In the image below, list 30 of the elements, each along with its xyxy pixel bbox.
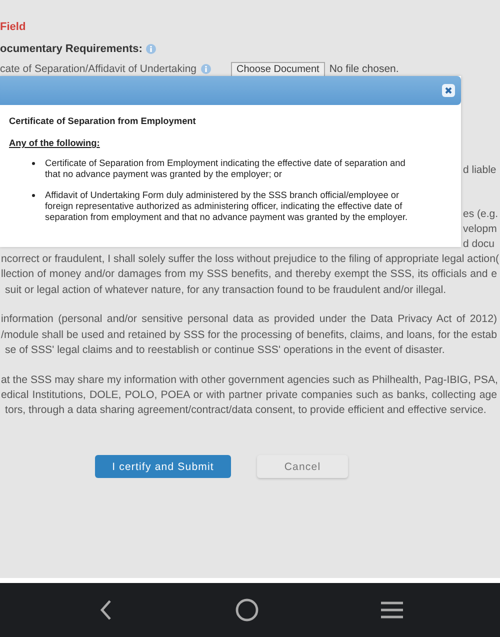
menu-icon[interactable] bbox=[380, 600, 404, 620]
bullet-icon bbox=[32, 194, 35, 197]
close-icon[interactable] bbox=[442, 84, 455, 97]
required-field-note: Field bbox=[0, 21, 27, 35]
text-line: velopm bbox=[463, 222, 498, 237]
text-line: edical Institutions, DOLE, POLO, POEA or with partner private companies such as banks, collecting age bbox=[1, 388, 497, 404]
modal-subtitle: Any of the following: bbox=[9, 138, 100, 148]
upload-label: cate of Separation/Affidavit of Undertaking bbox=[0, 63, 197, 75]
requirement-text: Certificate of Separation from Employment indicating the effective date of separation and that no advance payment was granted by the employer; or bbox=[45, 158, 406, 181]
text-line: tors, through a data sharing agreement/contract/data consent, to provide efficient and effective service. bbox=[4, 403, 488, 418]
cancel-button[interactable]: Cancel bbox=[257, 455, 348, 478]
modal-title: Certificate of Separation from Employment bbox=[9, 116, 197, 128]
submit-button[interactable]: I certify and Submit bbox=[95, 455, 231, 478]
text-line: se of SSS' legal claims and to reestablish or continue SSS' operations in the event of disaster. bbox=[4, 342, 446, 358]
back-icon[interactable] bbox=[98, 599, 114, 621]
bullet-icon bbox=[32, 162, 35, 165]
text-line: /module shall be used and retained by SSS for the processing of benefits, claims, and loans, for the estab bbox=[1, 328, 497, 343]
text-line: information (personal and/or sensitive personal data as provided under the Data Privacy Act of 2012) bbox=[1, 312, 497, 328]
text-line: at the SSS may share my information with other government agencies such as Philhealth, Pag-IBIG, PSA, bbox=[1, 372, 497, 388]
text-line: d liable bbox=[463, 163, 498, 178]
requirements-label: ocumentary Requirements: bbox=[0, 43, 142, 55]
text-line: ncorrect or fraudulent, I shall solely suffer the loss without prejudice to the filing of appropriate legal action( bbox=[1, 252, 497, 267]
requirement-text: Affidavit of Undertaking Form duly administered by the SSS branch official/employee or foreign representative authorized as administering officer, indicating the effective date of separation from employment and that no advance payment was granted by the employer. bbox=[45, 190, 409, 224]
home-icon[interactable] bbox=[235, 598, 259, 622]
choose-document-button[interactable]: Choose Document bbox=[230, 62, 326, 76]
text-line: es (e.g. bbox=[463, 207, 500, 222]
file-status: No file chosen. bbox=[329, 63, 399, 75]
text-line: suit or legal action of whatever nature, for any transaction found to be fraudulent and/or illegal. bbox=[4, 282, 448, 298]
text-line: d docu bbox=[463, 237, 496, 252]
text-line: llection of money and/or damages from my SSS benefits, and thereby exempt the SSS, its officials and e bbox=[1, 267, 497, 282]
